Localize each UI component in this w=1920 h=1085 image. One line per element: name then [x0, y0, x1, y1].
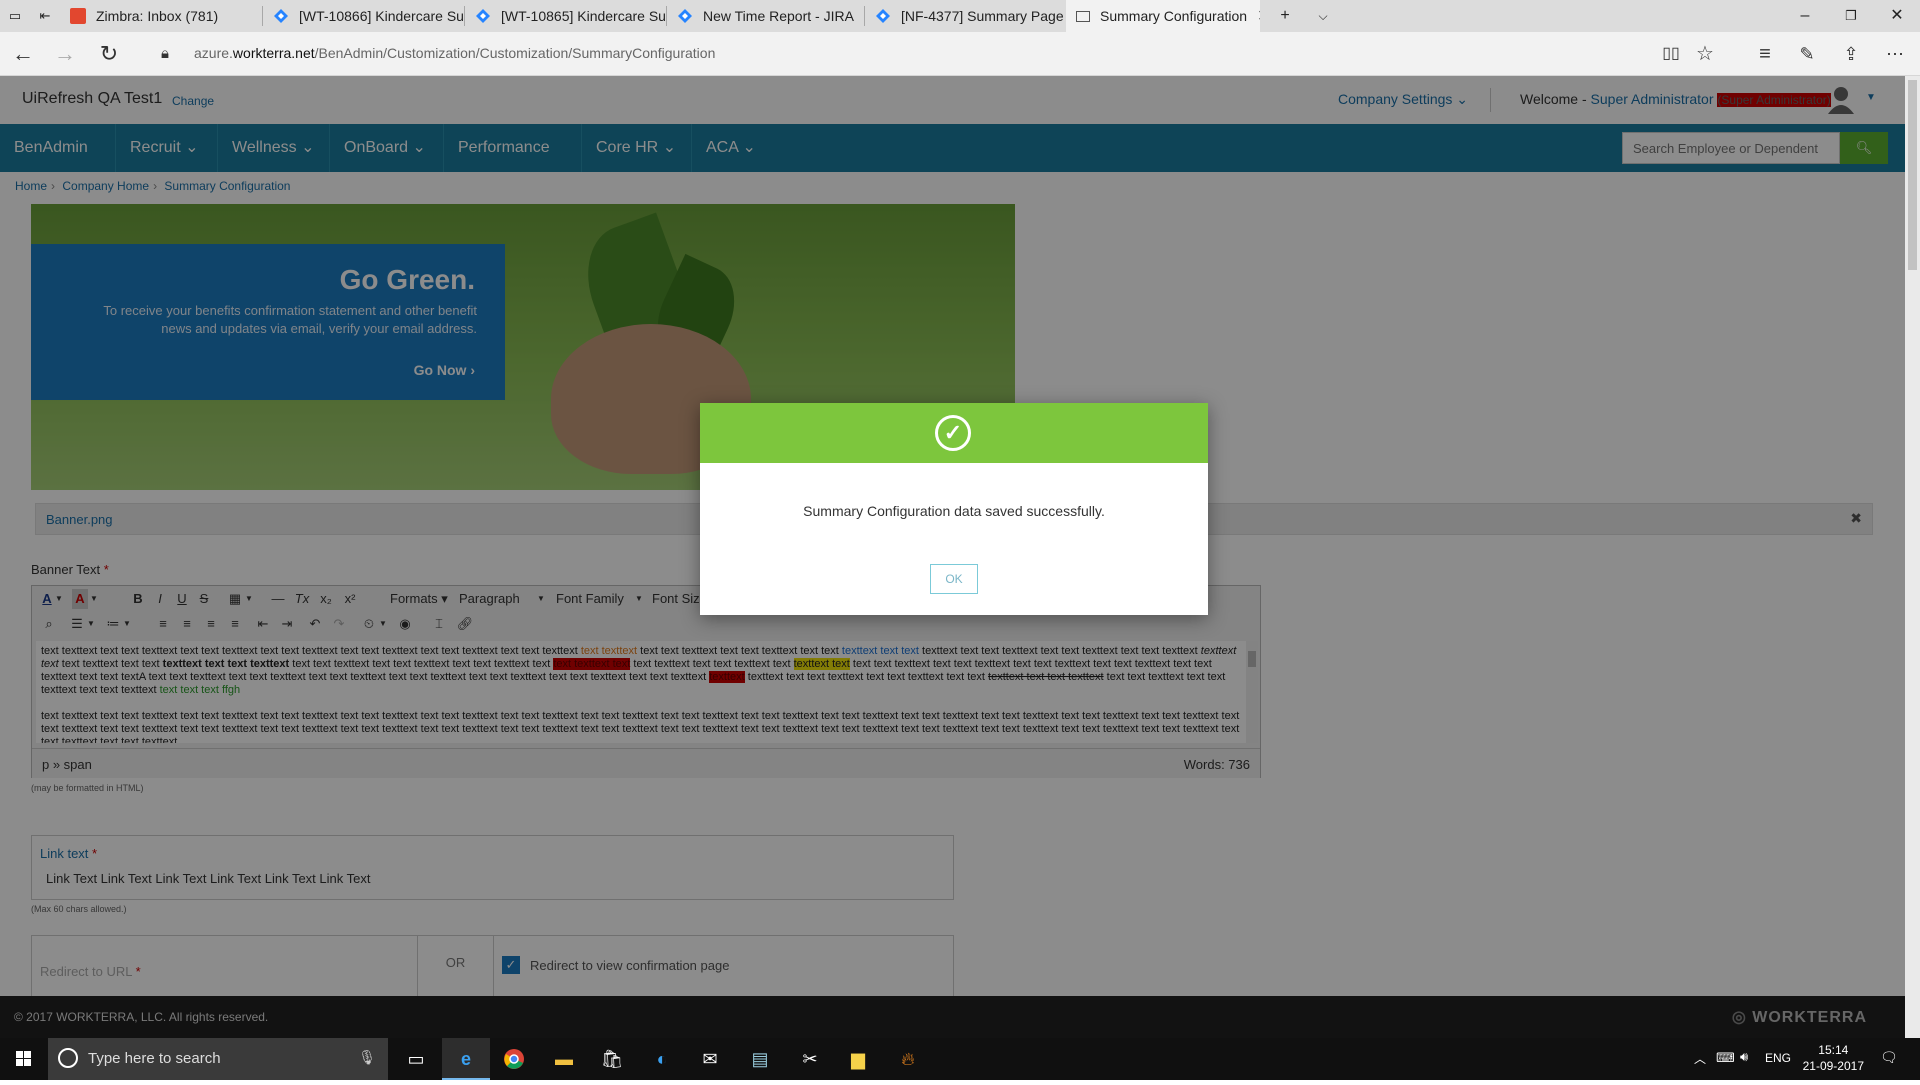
forward-icon[interactable]: →	[50, 40, 80, 68]
refresh-icon[interactable]: ↻	[94, 40, 124, 68]
action-center-icon[interactable]: 🗨︎	[1880, 1049, 1898, 1066]
share-icon[interactable]: ⇪	[1836, 40, 1866, 68]
check-circle-icon: ✓	[935, 415, 971, 451]
tab-wt-10866[interactable]: [WT-10866] Kindercare Sum	[263, 0, 463, 32]
back-icon[interactable]: ←	[8, 40, 38, 68]
page-scrollbar[interactable]	[1905, 76, 1920, 1038]
jira-icon	[475, 8, 491, 24]
tab-label: [NF-4377] Summary Page C	[901, 8, 1065, 24]
tab-list-chevron-icon[interactable]: ⌵	[1300, 0, 1346, 32]
input-language[interactable]: ENG	[1765, 1051, 1791, 1065]
browser-tab-strip: ▭ ⇤ Zimbra: Inbox (781) [WT-10866] Kinde…	[0, 0, 1920, 32]
app-icon[interactable]: ◐	[638, 1038, 686, 1080]
windows-start-icon[interactable]	[0, 1038, 48, 1080]
jira-icon	[875, 8, 891, 24]
ok-button[interactable]: OK	[930, 564, 978, 594]
sticky-notes-icon[interactable]: ▆	[834, 1038, 882, 1080]
mail-icon[interactable]: ✉	[686, 1038, 734, 1080]
notepad-icon[interactable]: ▤	[736, 1038, 784, 1080]
cortana-icon	[58, 1048, 78, 1068]
microphone-icon[interactable]: 🎙︎	[358, 1049, 376, 1066]
address-field[interactable]: azure.workterra.net/BenAdmin/Customizati…	[194, 45, 715, 61]
tab-wt-10865[interactable]: [WT-10865] Kindercare Sum	[465, 0, 665, 32]
tab-label: New Time Report - JIRA	[703, 8, 854, 24]
favorite-star-icon[interactable]: ☆	[1690, 40, 1720, 68]
windows-taskbar: Type here to search 🎙︎ ▭ e ▬ 🛍︎ ◐ ✉ ▤ ✂ …	[0, 1038, 1920, 1080]
tab-zimbra[interactable]: Zimbra: Inbox (781)	[60, 0, 260, 32]
close-tab-icon[interactable]: ✕	[1257, 6, 1260, 26]
tab-label: [WT-10865] Kindercare Sum	[501, 8, 665, 24]
minimize-icon[interactable]: –	[1782, 0, 1828, 32]
page-icon	[1076, 10, 1090, 22]
web-note-icon[interactable]: ✎	[1792, 40, 1822, 68]
dialog-message: Summary Configuration data saved success…	[803, 503, 1105, 519]
lock-icon: 🔒︎	[161, 45, 169, 62]
tab-nf-4377[interactable]: [NF-4377] Summary Page C	[865, 0, 1065, 32]
address-bar-row: ← → ↻ 🔒︎ azure.workterra.net/BenAdmin/Cu…	[0, 32, 1920, 76]
tab-summary-configuration[interactable]: Summary Configuration ✕	[1066, 0, 1260, 32]
file-explorer-icon[interactable]: ▬	[540, 1038, 588, 1080]
window-close-icon[interactable]: ✕	[1874, 0, 1920, 32]
store-icon[interactable]: 🛍︎	[588, 1038, 636, 1080]
reading-view-icon[interactable]: ▯▯	[1656, 40, 1686, 68]
tab-label: Summary Configuration	[1100, 8, 1248, 24]
tab-label: Zimbra: Inbox (781)	[96, 8, 219, 24]
hub-icon[interactable]: ≡	[1750, 40, 1780, 68]
volume-icon[interactable]: 🔊︎	[1740, 1049, 1748, 1065]
show-hidden-icons-chevron-icon[interactable]: ︿	[1694, 1050, 1706, 1067]
edge-icon[interactable]: e	[442, 1038, 490, 1080]
network-icon[interactable]: ⌨	[1716, 1050, 1735, 1066]
jira-icon	[677, 8, 693, 24]
dialog-header: ✓	[700, 403, 1208, 463]
success-dialog: ✓ Summary Configuration data saved succe…	[700, 403, 1208, 615]
clock[interactable]: 15:14 21-09-2017	[1803, 1042, 1864, 1074]
taskbar-search[interactable]: Type here to search 🎙︎	[48, 1038, 388, 1080]
taskbar-search-placeholder: Type here to search	[88, 1050, 221, 1067]
set-aside-tabs-icon[interactable]: ⇤	[30, 0, 60, 32]
task-view-icon[interactable]: ▭	[392, 1038, 440, 1080]
snipping-tool-icon[interactable]: ✂	[786, 1038, 834, 1080]
chrome-icon[interactable]	[490, 1038, 538, 1080]
zimbra-icon	[70, 8, 86, 24]
restore-icon[interactable]: ❐	[1828, 0, 1874, 32]
tab-new-time-report[interactable]: New Time Report - JIRA	[667, 0, 863, 32]
tab-manager-icon[interactable]: ▭	[0, 0, 30, 32]
tab-label: [WT-10866] Kindercare Sum	[299, 8, 463, 24]
app-flame-icon[interactable]: 🔥︎	[884, 1038, 932, 1080]
jira-icon	[273, 8, 289, 24]
more-icon[interactable]: ⋯	[1880, 40, 1910, 68]
